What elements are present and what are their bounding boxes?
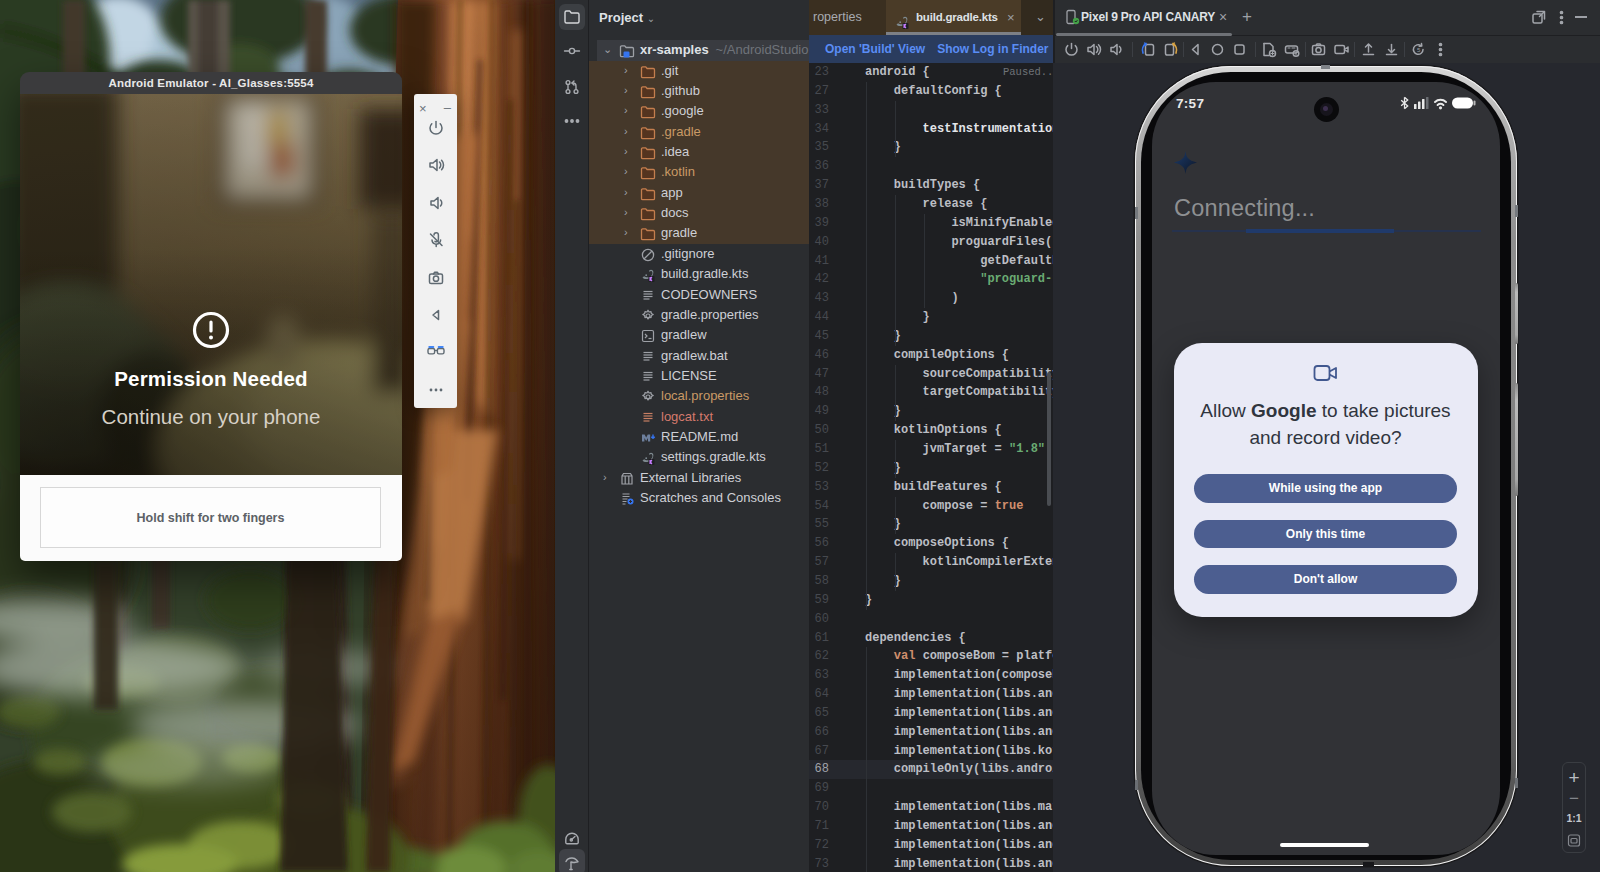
svg-text:5: 5 bbox=[1417, 47, 1421, 53]
